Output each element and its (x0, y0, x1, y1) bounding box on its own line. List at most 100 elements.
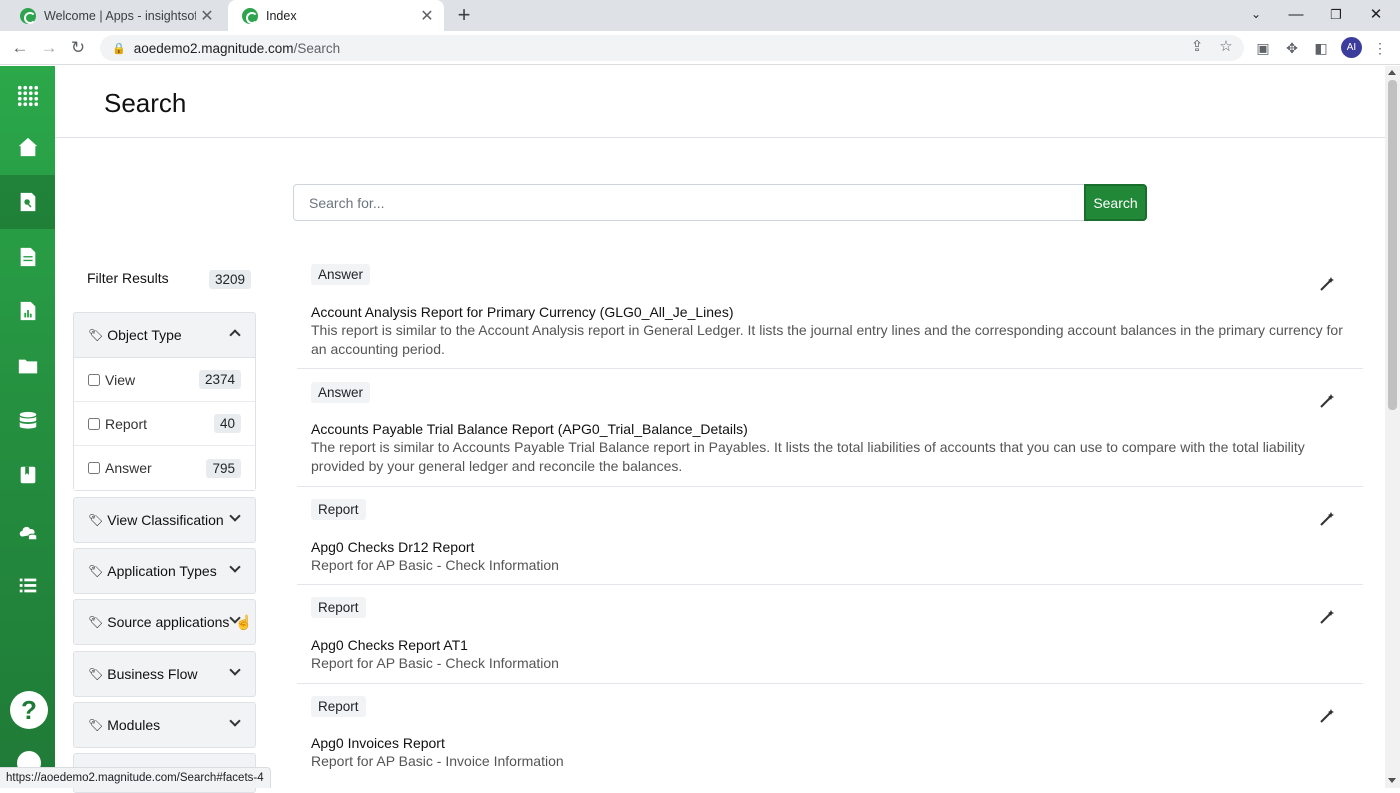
close-icon[interactable]: ✕ (416, 6, 438, 26)
browser-tab-bar: Welcome | Apps - insightsoftware ✕ Index… (0, 0, 1400, 31)
result-title[interactable]: Apg0 Checks Dr12 Report (311, 539, 474, 555)
address-bar-row: ← → ↻ 🔒 aoedemo2.magnitude.com/Search ⇪ … (0, 31, 1400, 65)
result-item[interactable]: Report Apg0 Invoices Report Report for A… (297, 684, 1363, 783)
list-icon[interactable] (0, 558, 55, 612)
extension-icon[interactable]: ▣ (1252, 37, 1274, 59)
result-item[interactable]: Report Apg0 Checks Dr12 Report Report fo… (297, 487, 1363, 585)
tab-search-icon[interactable]: ⌄ (1236, 0, 1276, 31)
magic-wand-icon[interactable] (1319, 511, 1335, 527)
result-item[interactable]: Report Apg0 Checks Report AT1 Report for… (297, 585, 1363, 684)
report-chart-icon[interactable] (0, 284, 55, 338)
browser-tab-index[interactable]: Index ✕ (228, 0, 444, 31)
puzzle-icon[interactable]: ✥ (1281, 37, 1303, 59)
facet-header[interactable]: 🏷 Source applications (74, 600, 255, 644)
close-icon[interactable]: ✕ (196, 6, 218, 26)
tag-icon: 🏷 (88, 513, 104, 527)
tag-icon: 🏷 (88, 667, 104, 681)
facet-header[interactable]: 🏷 View Classification (74, 498, 255, 542)
kebab-menu-icon[interactable]: ⋮ (1369, 37, 1391, 59)
lock-icon: 🔒 (112, 42, 126, 55)
facet-option-report[interactable]: Report 40 (74, 402, 255, 446)
reload-button[interactable]: ↻ (66, 36, 90, 60)
folder-icon[interactable] (0, 339, 55, 393)
result-title[interactable]: Accounts Payable Trial Balance Report (A… (311, 421, 748, 437)
insightsoftware-favicon-icon (242, 7, 258, 24)
window-close-button[interactable]: ✕ (1356, 0, 1396, 31)
vertical-scrollbar[interactable] (1385, 66, 1400, 788)
type-badge: Report (311, 597, 366, 618)
facet-label: Business Flow (107, 666, 198, 682)
page-header: Search (55, 66, 1385, 138)
scroll-down-arrow-icon[interactable] (1388, 778, 1396, 783)
result-description: This report is similar to the Account An… (311, 322, 1343, 357)
chevron-down-icon (229, 510, 241, 522)
facet-header[interactable]: 🏷 Application Types (74, 549, 255, 593)
search-input[interactable] (293, 184, 1085, 221)
help-button[interactable]: ? (10, 691, 48, 729)
restore-button[interactable]: ❐ (1316, 0, 1356, 31)
browser-tab-welcome[interactable]: Welcome | Apps - insightsoftware ✕ (6, 0, 224, 31)
result-title[interactable]: Apg0 Invoices Report (311, 735, 445, 751)
facet-header[interactable]: 🏷 Business Flow (74, 652, 255, 696)
facet-label: View Classification (107, 512, 224, 528)
result-description: Report for AP Basic - Invoice Informatio… (311, 753, 564, 769)
back-button[interactable]: ← (8, 36, 32, 60)
filter-results-heading: Filter Results (87, 270, 169, 286)
scroll-up-arrow-icon[interactable] (1388, 70, 1396, 75)
option-label: View (105, 371, 136, 388)
filter-total-badge: 3209 (209, 270, 252, 289)
search-doc-icon[interactable] (0, 175, 55, 229)
facet-modules[interactable]: 🏷 Modules (73, 702, 256, 748)
type-badge: Answer (311, 264, 371, 285)
facet-object-type: 🏷 Object Type View 2374 Report 40 Answer… (73, 312, 256, 491)
count-badge: 795 (206, 458, 241, 478)
count-badge: 40 (213, 414, 241, 433)
magic-wand-icon[interactable] (1319, 609, 1335, 625)
facet-header[interactable]: 🏷 Modules (74, 703, 255, 747)
option-label: Answer (105, 460, 152, 476)
result-item[interactable]: Answer Accounts Payable Trial Balance Re… (297, 369, 1363, 487)
facet-source-applications[interactable]: 🏷 Source applications (73, 599, 256, 645)
result-item[interactable]: Answer Account Analysis Report for Prima… (297, 256, 1363, 369)
facet-label: Source applications (107, 614, 230, 630)
new-tab-button[interactable]: + (452, 3, 476, 27)
bookmark-star-icon[interactable]: ☆ (1216, 37, 1236, 55)
type-badge: Answer (311, 382, 371, 403)
share-icon[interactable]: ⇪ (1187, 37, 1207, 55)
status-bar-url: https://aoedemo2.magnitude.com/Search#fa… (0, 767, 271, 788)
home-icon[interactable] (0, 120, 55, 174)
facet-option-answer[interactable]: Answer 795 (74, 446, 255, 490)
url-bar[interactable]: 🔒 aoedemo2.magnitude.com/Search (100, 35, 1244, 61)
url-path: /Search (293, 40, 341, 56)
chevron-down-icon (229, 561, 241, 573)
facet-option-view[interactable]: View 2374 (74, 358, 255, 402)
scroll-thumb[interactable] (1388, 80, 1397, 410)
database-icon[interactable] (0, 394, 55, 448)
forward-button[interactable]: → (37, 36, 61, 60)
option-label: Report (105, 415, 148, 432)
apps-grid-icon[interactable] (0, 69, 55, 123)
magic-wand-icon[interactable] (1319, 708, 1335, 724)
checkbox[interactable] (88, 417, 100, 430)
magic-wand-icon[interactable] (1319, 393, 1335, 409)
cloud-db-icon[interactable] (0, 504, 55, 558)
page-title: Search (104, 88, 187, 118)
result-title[interactable]: Account Analysis Report for Primary Curr… (311, 304, 734, 320)
type-badge: Report (311, 499, 366, 520)
checkbox[interactable] (88, 373, 100, 386)
magic-wand-icon[interactable] (1319, 276, 1335, 292)
facet-application-types[interactable]: 🏷 Application Types (73, 548, 256, 594)
chevron-down-icon (229, 664, 241, 676)
result-title[interactable]: Apg0 Checks Report AT1 (311, 637, 468, 653)
minimize-button[interactable]: — (1276, 0, 1316, 31)
facet-business-flow[interactable]: 🏷 Business Flow (73, 651, 256, 697)
search-button[interactable]: Search (1084, 184, 1147, 221)
profile-avatar[interactable]: AI (1341, 37, 1362, 58)
document-icon[interactable] (0, 230, 55, 284)
side-panel-icon[interactable]: ◧ (1310, 37, 1332, 59)
count-badge: 2374 (198, 370, 241, 389)
checkbox[interactable] (88, 462, 100, 474)
bookmark-icon[interactable] (0, 448, 55, 502)
facet-view-classification[interactable]: 🏷 View Classification (73, 497, 256, 543)
facet-header[interactable]: 🏷 Object Type (74, 313, 255, 357)
